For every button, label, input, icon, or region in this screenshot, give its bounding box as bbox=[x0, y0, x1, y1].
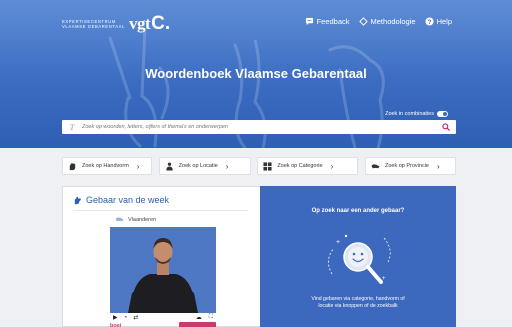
text-type-icon: T bbox=[69, 122, 75, 132]
question-circle-icon: ? bbox=[425, 17, 434, 26]
filter-buttons: Zoek op Handvorm › Zoek op Locatie › Zoe… bbox=[62, 157, 456, 175]
nav-feedback-label: Feedback bbox=[316, 17, 350, 26]
logo-mark: C. bbox=[151, 13, 171, 34]
sign-of-the-week-card: Gebaar van de week Vlaanderen ▶ ◔ ⇄ ☁ ⛶ … bbox=[62, 186, 260, 327]
video-controls: ▶ ◔ ⇄ ☁ ⛶ bbox=[110, 313, 216, 322]
nav-methodologie-label: Methodologie bbox=[370, 17, 416, 26]
chevron-right-icon: › bbox=[225, 161, 229, 171]
region-tag: Vlaanderen bbox=[115, 216, 156, 223]
search-input[interactable] bbox=[82, 124, 422, 130]
chevron-right-icon: › bbox=[136, 161, 140, 171]
sign-word[interactable]: boei bbox=[110, 323, 121, 327]
page-title: Woordenboek Vlaamse Gebarentaal bbox=[145, 66, 367, 81]
filter-handvorm-button[interactable]: Zoek op Handvorm › bbox=[62, 157, 152, 175]
nav-feedback[interactable]: Feedback bbox=[305, 17, 350, 26]
map-outline-icon bbox=[115, 217, 124, 222]
filter-provincie-button[interactable]: Zoek op Provincie › bbox=[364, 157, 456, 175]
search-help-text: Vind gebaren via categorie, handvorm of … bbox=[311, 296, 405, 309]
vgt-logo[interactable]: EXPERTISECENTRUM VLAAMSE GEBARENTAAL vgt… bbox=[62, 13, 170, 35]
diamond-icon bbox=[358, 17, 368, 26]
nav-methodologie[interactable]: Methodologie bbox=[358, 17, 416, 26]
sign-action-pill[interactable] bbox=[179, 322, 216, 327]
loop-icon[interactable]: ⇄ bbox=[133, 314, 138, 321]
play-icon[interactable]: ▶ bbox=[113, 314, 118, 321]
filter-handvorm-label: Zoek op Handvorm bbox=[82, 163, 129, 169]
filter-locatie-button[interactable]: Zoek op Locatie › bbox=[158, 157, 251, 175]
logo-vgt-text: vgt bbox=[129, 14, 151, 33]
chevron-right-icon: › bbox=[437, 161, 440, 171]
filter-locatie-label: Zoek op Locatie bbox=[178, 163, 218, 169]
top-navigation: Feedback Methodologie ? Help bbox=[305, 17, 452, 26]
map-icon bbox=[371, 163, 380, 168]
search-icon[interactable] bbox=[442, 123, 450, 131]
chevron-right-icon: › bbox=[330, 161, 334, 171]
search-help-panel: Op zoek naar een ander gebaar? + + Vind … bbox=[260, 186, 456, 327]
search-help-title: Op zoek naar een ander gebaar? bbox=[311, 208, 405, 214]
region-label: Vlaanderen bbox=[128, 216, 157, 223]
hand-icon bbox=[69, 162, 76, 170]
combinations-toggle-label: Zoek in combinaties bbox=[385, 111, 434, 117]
combinations-toggle[interactable] bbox=[437, 111, 448, 117]
filter-categorie-label: Zoek op Categorie bbox=[277, 163, 323, 169]
hand-sign-icon bbox=[74, 196, 81, 204]
filter-provincie-label: Zoek op Provincie bbox=[384, 163, 429, 169]
svg-text:?: ? bbox=[427, 19, 431, 26]
chat-bubble-icon bbox=[305, 17, 313, 26]
slow-motion-icon[interactable]: ◔ bbox=[124, 315, 128, 321]
person-icon bbox=[166, 162, 173, 171]
logo-text-small: EXPERTISECENTRUM VLAAMSE GEBARENTAAL bbox=[62, 19, 125, 29]
sign-of-the-week-label: Gebaar van de week bbox=[86, 195, 170, 205]
nav-help-label: Help bbox=[436, 17, 452, 26]
nav-help[interactable]: ? Help bbox=[425, 17, 452, 26]
svg-text:+: + bbox=[336, 239, 340, 246]
filter-categorie-button[interactable]: Zoek op Categorie › bbox=[257, 157, 359, 175]
hero-banner: EXPERTISECENTRUM VLAAMSE GEBARENTAAL vgt… bbox=[0, 0, 512, 148]
grid-icon bbox=[263, 161, 272, 171]
divider bbox=[73, 210, 248, 211]
sign-of-the-week-title: Gebaar van de week bbox=[73, 195, 169, 205]
search-bar: T bbox=[62, 120, 456, 134]
signer-figure bbox=[110, 227, 216, 313]
combinations-toggle-row: Zoek in combinaties bbox=[385, 111, 448, 117]
magnifier-smiley-illustration: + + bbox=[328, 234, 391, 284]
video-controls-right: ☁ ⛶ bbox=[196, 314, 213, 321]
cloud-download-icon[interactable]: ☁ bbox=[196, 314, 202, 321]
sign-video[interactable] bbox=[110, 227, 216, 313]
fullscreen-icon[interactable]: ⛶ bbox=[209, 314, 213, 321]
